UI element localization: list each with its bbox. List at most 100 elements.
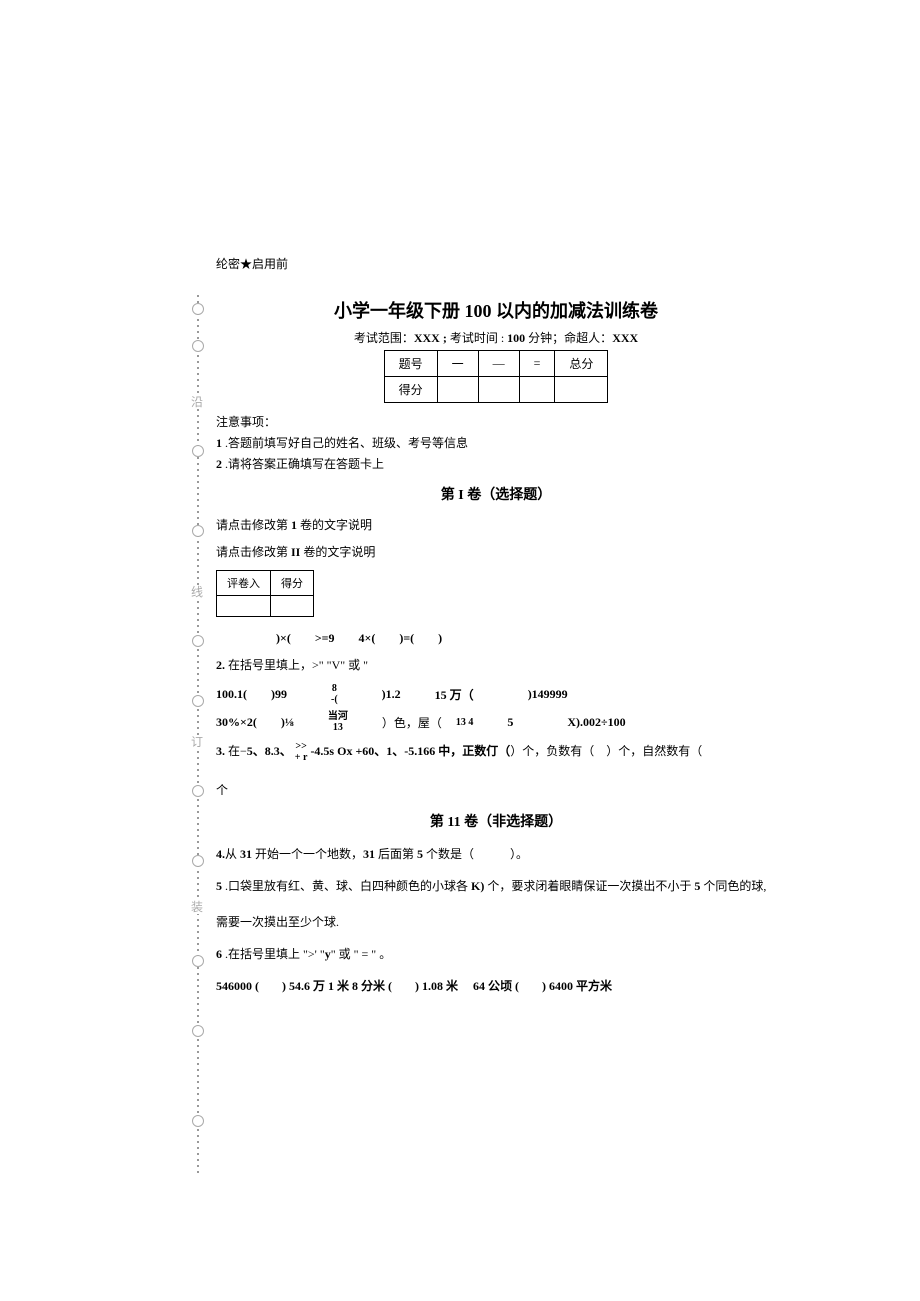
subtitle-range-label: 考试范围：	[354, 331, 414, 345]
q-text: 个同色的球,	[700, 879, 766, 893]
q-text: " 或 " = " 。	[331, 947, 391, 961]
binding-circle	[192, 855, 204, 867]
binding-circle	[192, 525, 204, 537]
instr-text: 卷的文字说明	[297, 518, 372, 532]
score-header: 一	[437, 351, 478, 377]
binding-circle	[192, 785, 204, 797]
score-cell	[519, 377, 555, 403]
binding-circle	[192, 340, 204, 352]
table-row: 题号 一 — = 总分	[384, 351, 608, 377]
q2-item: 5	[507, 715, 513, 730]
frac-top: 当河	[328, 711, 348, 722]
q2-item: )149999	[528, 687, 568, 702]
q-num: 4.	[216, 847, 225, 861]
q-text: 31	[363, 847, 375, 861]
q-text: 需要一次摸出至少个球.	[216, 915, 339, 929]
exam-subtitle: 考试范围：XXX ; 考试时间 : 100 分钟；命超人：XXX	[216, 329, 776, 346]
instr-text: 请点击修改第	[216, 545, 291, 559]
binding-char: 装	[191, 900, 203, 914]
q-text: 个，要求闭着眼睛保证一次摸出不小于	[484, 879, 694, 893]
q2-item: 30%×2(	[216, 715, 257, 730]
notice-header: 注意事项：	[216, 413, 776, 430]
q-text: -4.5s Ox +60、1、-5.166 中，正数仃（	[310, 744, 510, 758]
q-text: 546000 (	[216, 979, 259, 993]
binding-circle	[192, 303, 204, 315]
question-6: 6 .在括号里填上 ">' "y" 或 " = " 。	[216, 945, 776, 963]
section-1-header: 第 I 卷（选择题）	[216, 484, 776, 504]
score-table: 题号 一 — = 总分 得分	[384, 350, 609, 403]
q-num: 2.	[216, 658, 225, 672]
grader-cell	[217, 596, 271, 617]
q-text: .在括号里填上 ">' "	[222, 947, 325, 961]
section-2-header: 第 11 卷（非选择题）	[216, 811, 776, 831]
grader-cell	[271, 596, 314, 617]
binding-char: 订	[191, 735, 203, 749]
q2-item: 100.1(	[216, 687, 247, 702]
notice-item: 1 .答题前填写好自己的姓名、班级、考号等信息	[216, 434, 776, 451]
score-header: 总分	[555, 351, 608, 377]
q2-fraction: 8 -(	[331, 683, 338, 705]
question-5: 5 .口袋里放有红、黄、球、白四种颜色的小球各 K) 个，要求闭着眼睛保证一次摸…	[216, 877, 776, 931]
instr-text: 卷的文字说明	[300, 545, 375, 559]
q2-fraction: 当河 13	[328, 711, 348, 733]
score-cell	[437, 377, 478, 403]
q-text: 31	[240, 847, 252, 861]
instr-text: 请点击修改第	[216, 518, 291, 532]
q-text: .口袋里放有红、黄、球、白四种颜色的小球各	[222, 879, 471, 893]
q-text: 后面第	[375, 847, 417, 861]
frac-num: 8	[332, 683, 337, 694]
question-4: 4.从 31 开始一个一个地数，31 后面第 5 个数是（ ）。	[216, 845, 776, 863]
q-text: 个数是（ ）。	[423, 847, 528, 861]
binding-char: 沿	[191, 395, 203, 409]
binding-circle	[192, 1115, 204, 1127]
q-text: K)	[471, 879, 484, 893]
question-3: 3. 在−5、8.3、 >> + r -4.5s Ox +60、1、-5.166…	[216, 741, 776, 799]
frac-bot: + r	[295, 752, 308, 763]
q2-fraction: 13 4	[456, 717, 474, 728]
frac-bot: 13	[333, 722, 343, 733]
q-num: 3.	[216, 744, 225, 758]
table-row: 评卷入 得分	[217, 571, 314, 596]
table-row	[217, 596, 314, 617]
subtitle-author: XXX	[612, 331, 638, 345]
q-text: ) 54.6 万 1 米 8 分米 (	[282, 979, 392, 993]
question-1: )×( >=9 4×( )=( )	[276, 629, 776, 646]
q2-item: )1.2	[382, 687, 401, 702]
binding-margin: 沿 线 订 装	[183, 295, 213, 1175]
q-text: ）个，负数有（ ）个，自然数有（	[510, 744, 702, 758]
binding-circle	[192, 1025, 204, 1037]
page-content: 纶密★启用前 小学一年级下册 100 以内的加减法训练卷 考试范围：XXX ; …	[216, 255, 776, 1009]
grader-table: 评卷入 得分	[216, 570, 314, 617]
binding-circle	[192, 445, 204, 457]
instruction-1: 请点击修改第 1 卷的文字说明	[216, 516, 776, 533]
grader-header: 评卷入	[217, 571, 271, 596]
q-text: 从	[225, 847, 240, 861]
question-7: 546000 ( ) 54.6 万 1 米 8 分米 ( ) 1.08 米 64…	[216, 977, 776, 995]
q2-item: 15 万（	[435, 686, 474, 703]
q-text: 开始一个一个地数，	[252, 847, 363, 861]
question-2-row-2: 30%×2( )⅛ 当河 13 ）色，屋（ 13 4 5 X).002÷100	[216, 711, 776, 733]
subtitle-time-unit: 分钟；命超人：	[525, 331, 612, 345]
score-row-label: 得分	[384, 377, 437, 403]
binding-char: 线	[191, 585, 203, 599]
question-2-row-1: 100.1( )99 8 -( )1.2 15 万（ )149999	[216, 683, 776, 705]
q-text: 5、8.3、	[247, 744, 292, 758]
q-text: ) 1.08 米 64 公顷 (	[415, 979, 519, 993]
grader-header: 得分	[271, 571, 314, 596]
frac-den: -(	[331, 694, 338, 705]
table-row: 得分	[384, 377, 608, 403]
binding-circle	[192, 955, 204, 967]
instr-num: II	[291, 545, 300, 559]
q-text: 个	[216, 783, 228, 797]
score-cell	[555, 377, 608, 403]
binding-circle	[192, 695, 204, 707]
q-text: ) 6400 平方米	[542, 979, 612, 993]
q2-item: ）色，屋（	[382, 714, 442, 731]
subtitle-time: 100	[507, 331, 525, 345]
notice-text: .答题前填写好自己的姓名、班级、考号等信息	[222, 436, 468, 450]
notice-text: .请将答案正确填写在答题卡上	[222, 457, 384, 471]
score-header: —	[478, 351, 519, 377]
q-text: 在括号里填上，>" "V" 或 "	[225, 658, 368, 672]
confidential-label: 纶密★启用前	[216, 255, 776, 272]
instruction-2: 请点击修改第 II 卷的文字说明	[216, 543, 776, 560]
